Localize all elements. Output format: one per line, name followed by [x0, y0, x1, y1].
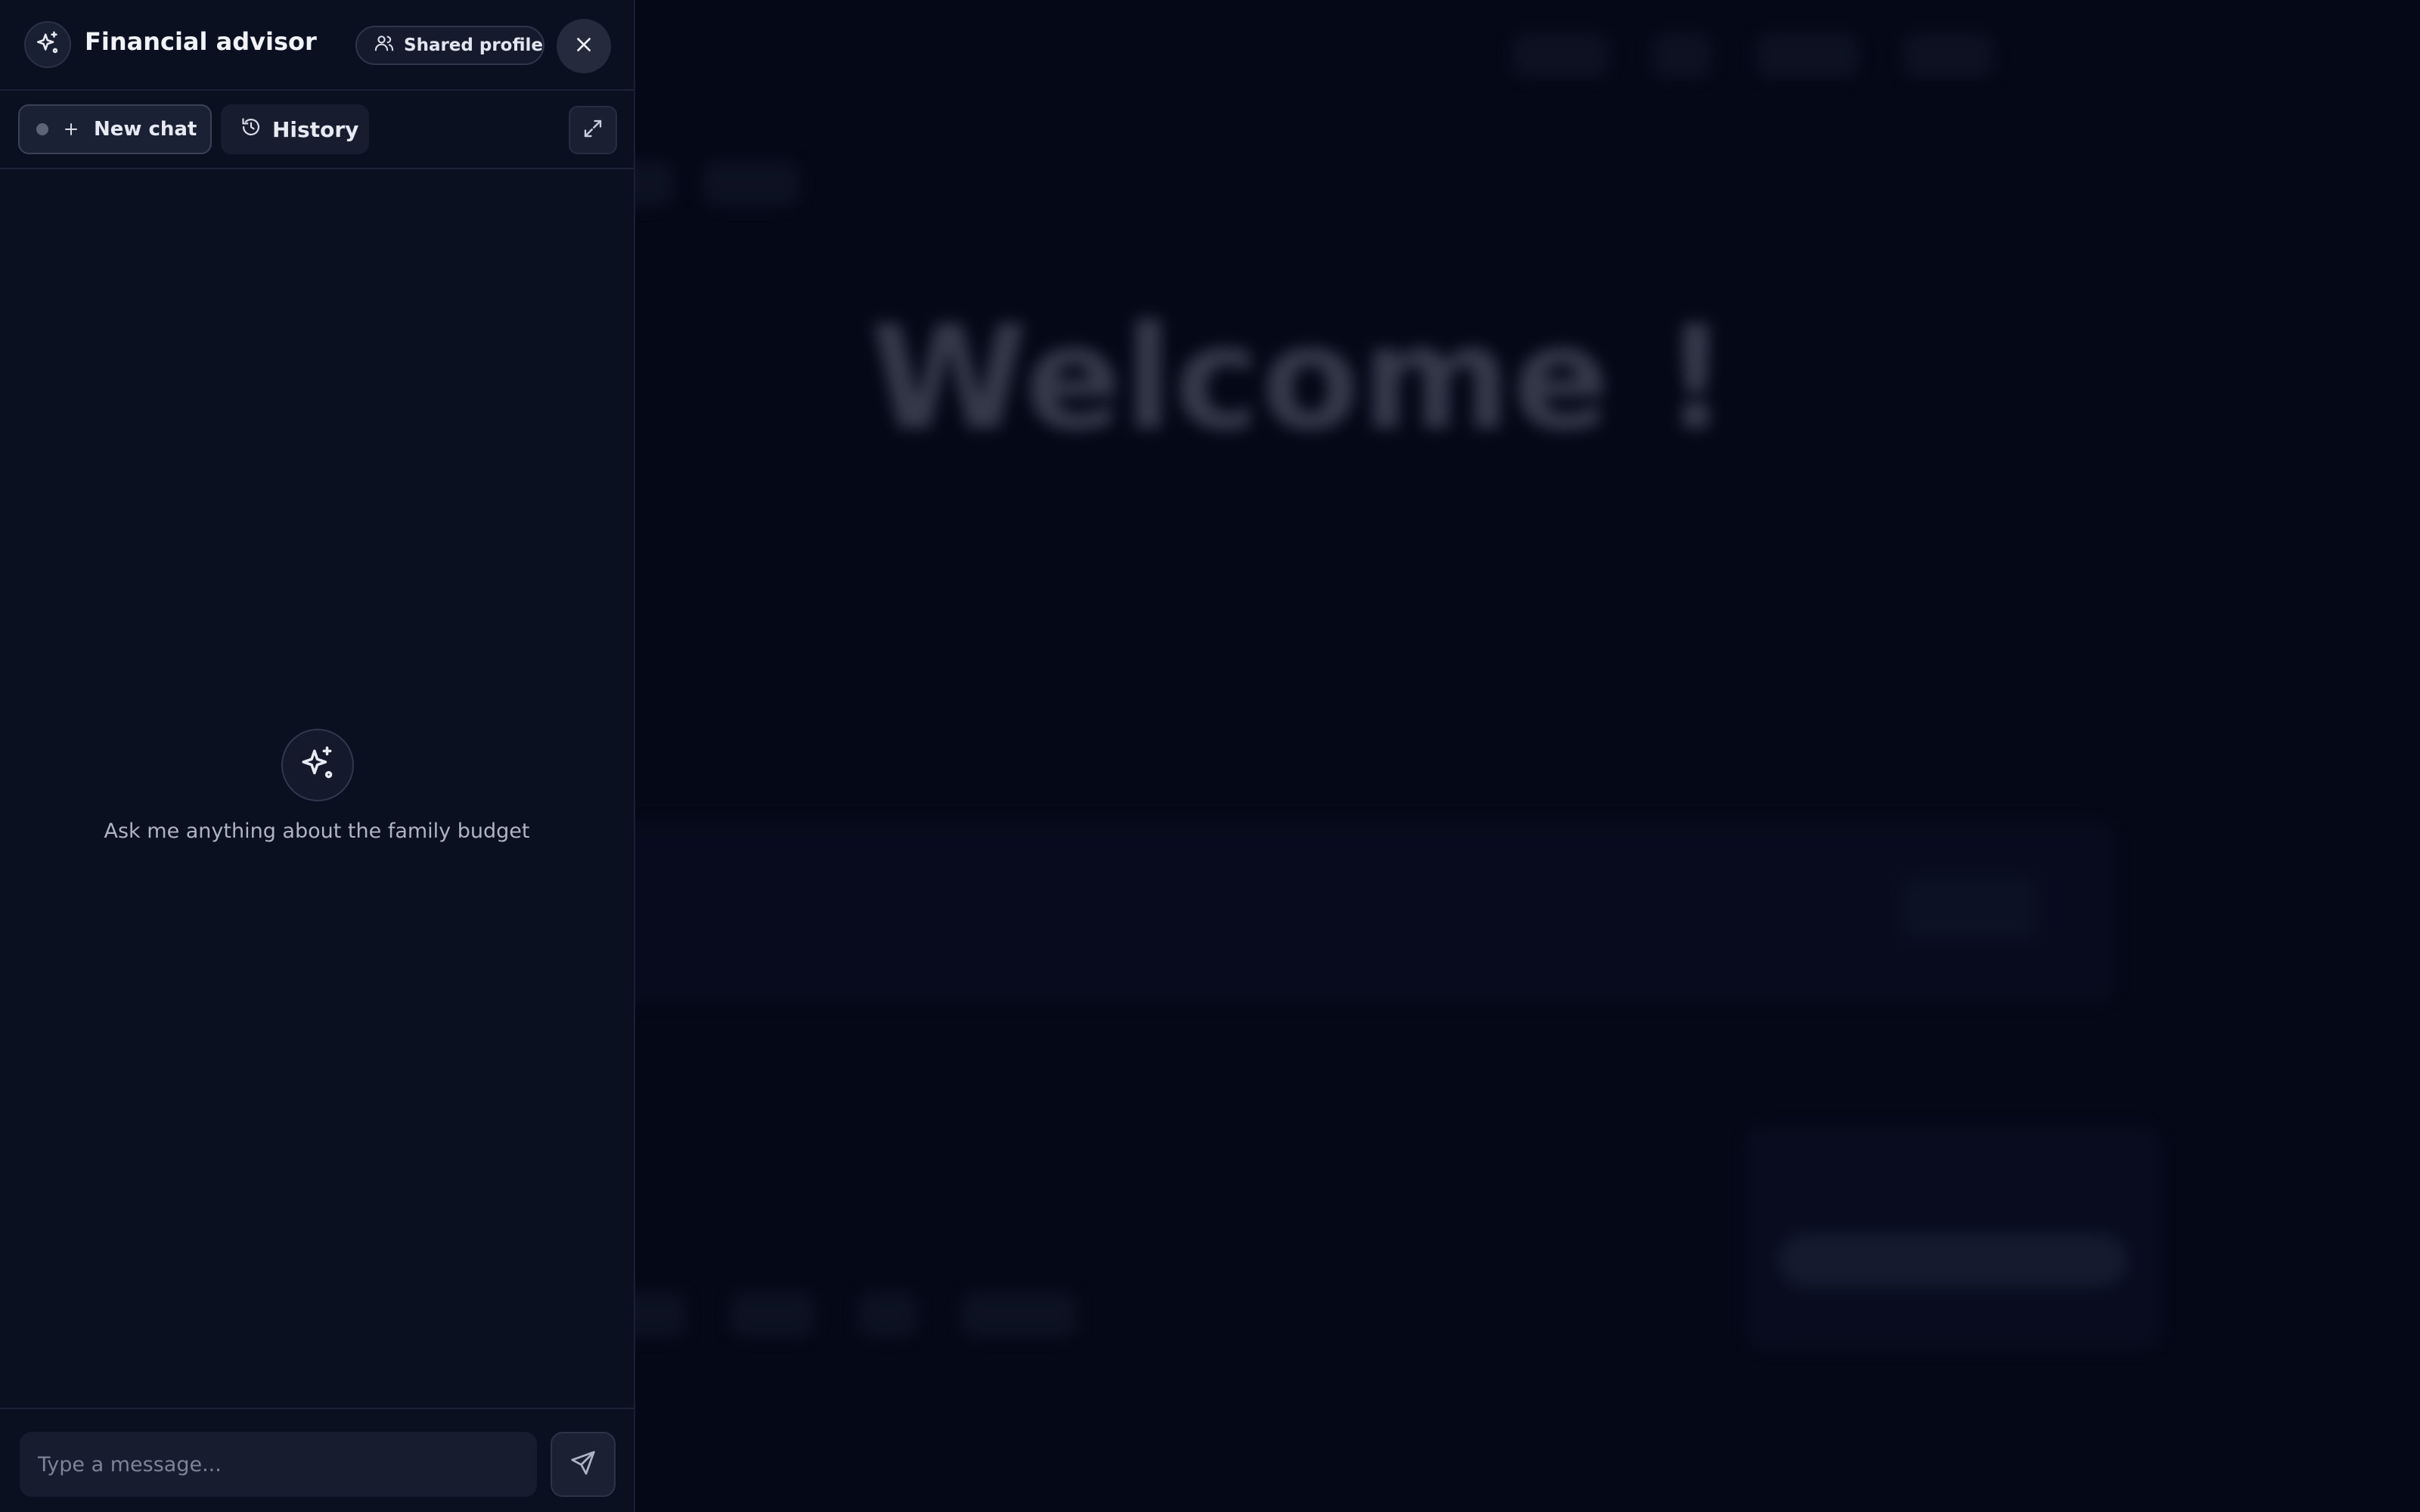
background-chip — [858, 1293, 917, 1337]
background-tab — [703, 162, 799, 206]
background-card — [575, 824, 2113, 1001]
new-chat-button[interactable]: New chat — [18, 104, 212, 154]
background-nav — [1512, 33, 1993, 77]
message-input[interactable] — [20, 1432, 537, 1497]
empty-state-text: Ask me anything about the family budget — [104, 820, 530, 843]
advisor-logo — [24, 21, 71, 68]
background-chips — [590, 1293, 1077, 1337]
background-widget-bar — [1779, 1234, 2127, 1287]
message-composer — [0, 1408, 634, 1512]
panel-header: Financial advisor Shared profile — [0, 0, 634, 91]
empty-state-icon — [281, 729, 354, 801]
background-nav-item — [1903, 33, 1993, 77]
background-nav-item — [1653, 33, 1711, 77]
background-nav-item — [1756, 33, 1859, 77]
advisor-chat-panel: Financial advisor Shared profile New cha… — [0, 0, 635, 1512]
panel-title: Financial advisor — [85, 27, 317, 56]
status-dot — [36, 123, 48, 135]
users-icon — [374, 33, 395, 58]
background-chip — [731, 1293, 814, 1337]
expand-panel-button[interactable] — [569, 106, 617, 154]
plus-icon — [62, 120, 80, 138]
panel-toolbar: New chat History — [0, 91, 634, 169]
history-label: History — [272, 116, 359, 142]
background-widget — [1747, 1126, 2158, 1349]
send-icon — [569, 1448, 597, 1480]
background-chip — [962, 1293, 1077, 1337]
sparkles-icon — [299, 745, 337, 785]
history-icon — [240, 116, 262, 143]
sparkles-icon — [35, 30, 60, 59]
send-button[interactable] — [551, 1432, 616, 1497]
background-welcome-heading: Welcome ! — [870, 295, 1730, 462]
new-chat-label: New chat — [94, 118, 197, 141]
shared-profile-label: Shared profile — [404, 36, 544, 55]
shared-profile-button[interactable]: Shared profile — [355, 26, 544, 65]
background-nav-item — [1512, 33, 1609, 77]
history-button[interactable]: History — [221, 104, 369, 154]
close-icon — [574, 35, 594, 57]
close-panel-button[interactable] — [557, 19, 611, 73]
expand-icon — [582, 117, 604, 143]
background-card-button — [1902, 878, 2036, 938]
